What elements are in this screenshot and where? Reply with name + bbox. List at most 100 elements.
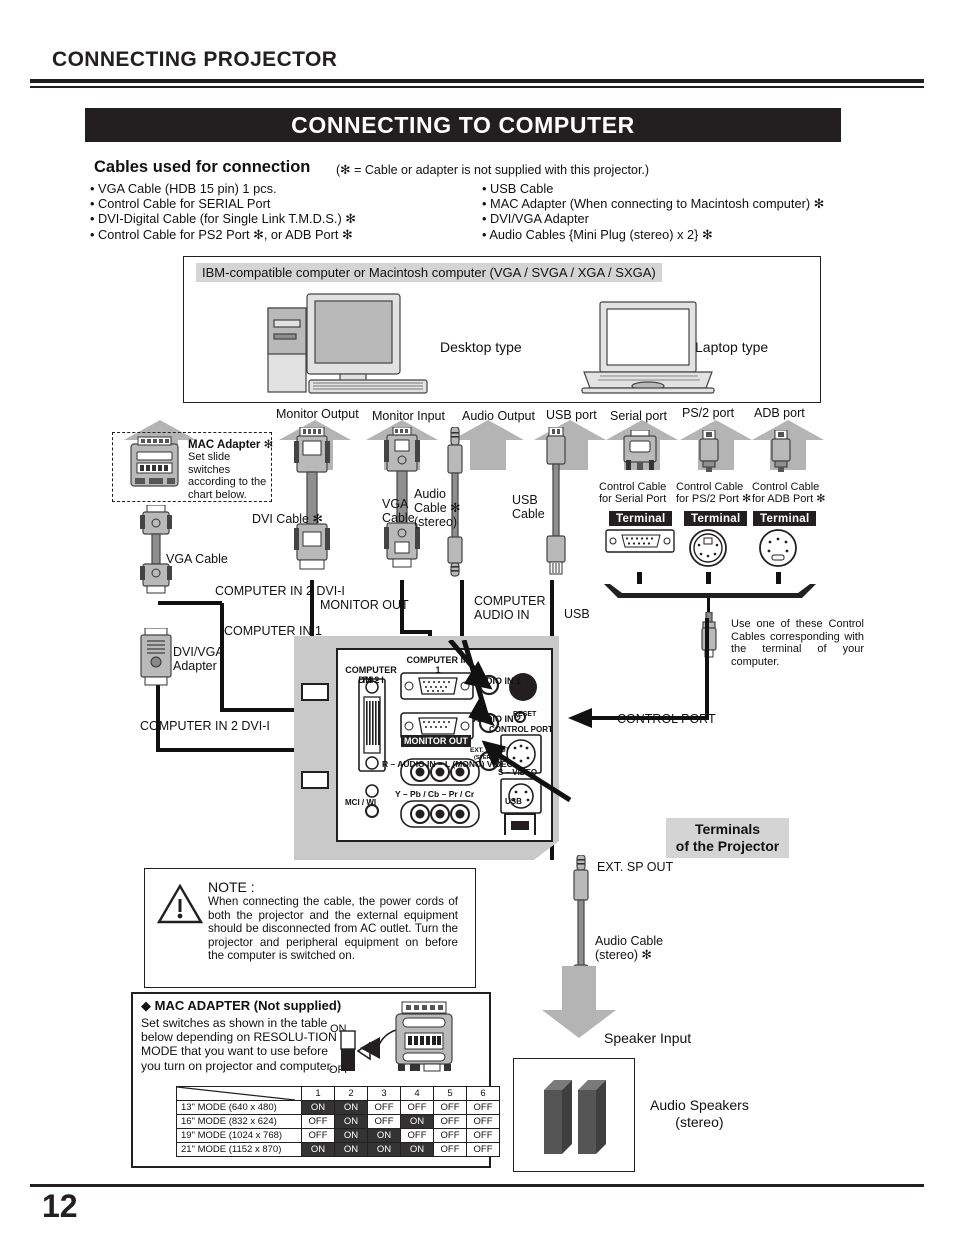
mac-adapter-callout-body: Set slide switches according to the char… xyxy=(188,451,267,501)
cable-item: • USB Cable xyxy=(482,181,554,196)
label-usb: USB xyxy=(564,607,590,621)
table-header-switch-5: 5 xyxy=(433,1086,467,1101)
table-cell-switch: ON xyxy=(400,1142,434,1157)
laptop-computer-icon xyxy=(581,301,715,394)
port-label-monitor-output: Monitor Output xyxy=(276,407,359,421)
table-cell-switch: OFF xyxy=(367,1114,401,1129)
table-cell-mode: 16" MODE (832 x 624) xyxy=(176,1114,302,1129)
terminal-badge-adb: Terminal xyxy=(753,511,817,526)
mac-adapter-switch-illustration xyxy=(395,1001,453,1072)
usb-cable-label-line2: Cable xyxy=(512,507,545,521)
table-header-switch-6: 6 xyxy=(466,1086,500,1101)
cable-item: • MAC Adapter (When connecting to Macint… xyxy=(482,196,825,211)
audio-speakers-label-line1: Audio Speakers xyxy=(650,1097,749,1113)
table-cell-switch: ON xyxy=(367,1142,401,1157)
table-cell-mode: 21" MODE (1152 x 870) xyxy=(176,1142,302,1157)
note-title: NOTE : xyxy=(208,879,255,895)
table-row: 16" MODE (832 x 624) OFF ON OFF ON OFF OFF xyxy=(176,1114,500,1129)
mac-adapter-box-title: ◆ MAC ADAPTER (Not supplied) xyxy=(141,998,342,1013)
table-cell-switch: OFF xyxy=(301,1114,335,1129)
mac-adapter-switch-table: 1 2 3 4 5 6 13" MODE (640 x 480) ON ON OFF O… xyxy=(176,1086,500,1157)
table-cell-switch: OFF xyxy=(433,1142,467,1157)
audio-speakers-label: Audio Speakers (stereo) xyxy=(650,1097,749,1131)
table-cell-switch: OFF xyxy=(466,1142,500,1157)
cable-item: • Audio Cables {Mini Plug (stereo) x 2} … xyxy=(482,227,713,242)
control-cable-serial-line2: for Serial Port xyxy=(599,493,667,505)
serial-db9-socket-icon xyxy=(605,529,675,553)
port-label-ps2-port: PS/2 port xyxy=(682,406,735,420)
table-cell-switch: ON xyxy=(301,1100,335,1115)
warning-triangle-icon xyxy=(157,884,203,924)
terminal-badge-ps2: Terminal xyxy=(684,511,748,526)
terminals-badge-line2: of the Projector xyxy=(675,838,780,854)
mac-adapter-box-description: Set switches as shown in the table below… xyxy=(141,1016,337,1073)
note-body: When connecting the cable, the power cor… xyxy=(208,895,458,963)
label-computer-audio-in-line2: AUDIO IN xyxy=(474,608,530,622)
table-cell-switch: OFF xyxy=(466,1128,500,1143)
desktop-type-label: Desktop type xyxy=(440,339,522,355)
table-cell-switch: OFF xyxy=(433,1128,467,1143)
control-cable-ps2-line1: Control Cable xyxy=(676,481,744,493)
vga-cable-label-line2: Cable xyxy=(382,511,415,525)
cable-item: • VGA Cable (HDB 15 pin) 1 pcs. xyxy=(90,181,277,196)
audio-speakers-label-line2: (stereo) xyxy=(675,1114,724,1130)
header-rule-thin xyxy=(30,86,924,88)
table-row: 21" MODE (1152 x 870) ON ON ON ON OFF OFF xyxy=(176,1142,500,1157)
table-cell-switch: ON xyxy=(301,1142,335,1157)
audio-cable-label-line1: Audio xyxy=(414,487,446,501)
table-cell-switch: ON xyxy=(334,1142,368,1157)
control-cable-ps2-line2: for PS/2 Port ✻ xyxy=(676,493,752,505)
table-cell-switch: OFF xyxy=(466,1114,500,1129)
audio-cable-bottom-line2: (stereo) ✻ xyxy=(595,948,653,962)
serial-connector-icon xyxy=(623,430,657,470)
label-computer-in-2-dvi-i-bottom: COMPUTER IN 2 DVI-I xyxy=(140,719,270,733)
cables-asterisk-note: (✻ = Cable or adapter is not supplied wi… xyxy=(336,163,650,177)
table-cell-switch: ON xyxy=(334,1114,368,1129)
label-computer-audio-in-line1: COMPUTER xyxy=(474,594,546,608)
table-header-switch-3: 3 xyxy=(367,1086,401,1101)
panel-pointer-arrows xyxy=(448,640,572,803)
audio-cable-label-line2: Cable ✻ xyxy=(414,501,461,515)
label-speaker-input: Speaker Input xyxy=(604,1030,692,1046)
cable-item: • Control Cable for SERIAL Port xyxy=(90,196,271,211)
usb-cable-icon xyxy=(546,427,566,575)
audio-speakers-icon xyxy=(544,1080,606,1154)
computer-panel-caption: IBM-compatible computer or Macintosh com… xyxy=(196,263,662,282)
table-row: 13" MODE (640 x 480) ON ON OFF OFF OFF OFF xyxy=(176,1100,500,1115)
table-cell-switch: OFF xyxy=(301,1128,335,1143)
audio-cable-bottom-line1: Audio Cable xyxy=(595,934,664,948)
table-cell-switch: ON xyxy=(400,1114,434,1129)
table-cell-switch: ON xyxy=(334,1100,368,1115)
header-rule-thick xyxy=(30,79,924,83)
gray-down-arrow xyxy=(542,966,616,1038)
table-cell-switch: ON xyxy=(367,1128,401,1143)
terminal-badge-serial: Terminal xyxy=(609,511,673,526)
cable-item: • DVI-Digital Cable (for Single Link T.M… xyxy=(90,211,357,226)
port-label-adb-port: ADB port xyxy=(754,406,805,420)
dvi-cable-label: DVI Cable ✻ xyxy=(252,512,323,526)
table-cell-mode: 13" MODE (640 x 480) xyxy=(176,1100,302,1115)
adb-connector-icon xyxy=(771,430,791,472)
cables-used-heading: Cables used for connection xyxy=(94,158,311,176)
page-number: 12 xyxy=(42,1188,78,1224)
audio-cable-label-line3: (stereo) xyxy=(414,515,458,529)
ps2-connector-icon xyxy=(699,430,719,472)
section-title-bar: CONNECTING TO COMPUTER xyxy=(85,108,841,142)
table-corner-cell xyxy=(176,1086,302,1101)
cable-item: • Control Cable for PS2 Port ✻, or ADB P… xyxy=(90,227,353,242)
usb-cable-label-line1: USB xyxy=(512,493,538,507)
control-cable-serial-line1: Control Cable xyxy=(599,481,667,493)
label-computer-in-2-dvi-i-top: COMPUTER IN 2 DVI-I xyxy=(215,584,345,598)
slide-switch-icon xyxy=(340,1030,356,1071)
desktop-computer-icon xyxy=(267,293,428,394)
mac-adapter-icon xyxy=(130,436,179,487)
table-header-switch-1: 1 xyxy=(301,1086,335,1101)
panel-label-mci-wi: MCI / WI xyxy=(345,798,377,807)
panel-label-dvi-i: DVI - I xyxy=(358,675,384,685)
mac-adapter-callout-title: MAC Adapter ✻ xyxy=(188,439,274,451)
dvi-vga-adapter-label-line2: Adapter xyxy=(173,659,217,673)
table-row: 19" MODE (1024 x 768) OFF ON ON OFF OFF OFF xyxy=(176,1128,500,1143)
table-cell-mode: 19" MODE (1024 x 768) xyxy=(176,1128,302,1143)
footer-rule xyxy=(30,1184,924,1187)
label-ext-sp-out: EXT. SP OUT xyxy=(597,860,674,874)
